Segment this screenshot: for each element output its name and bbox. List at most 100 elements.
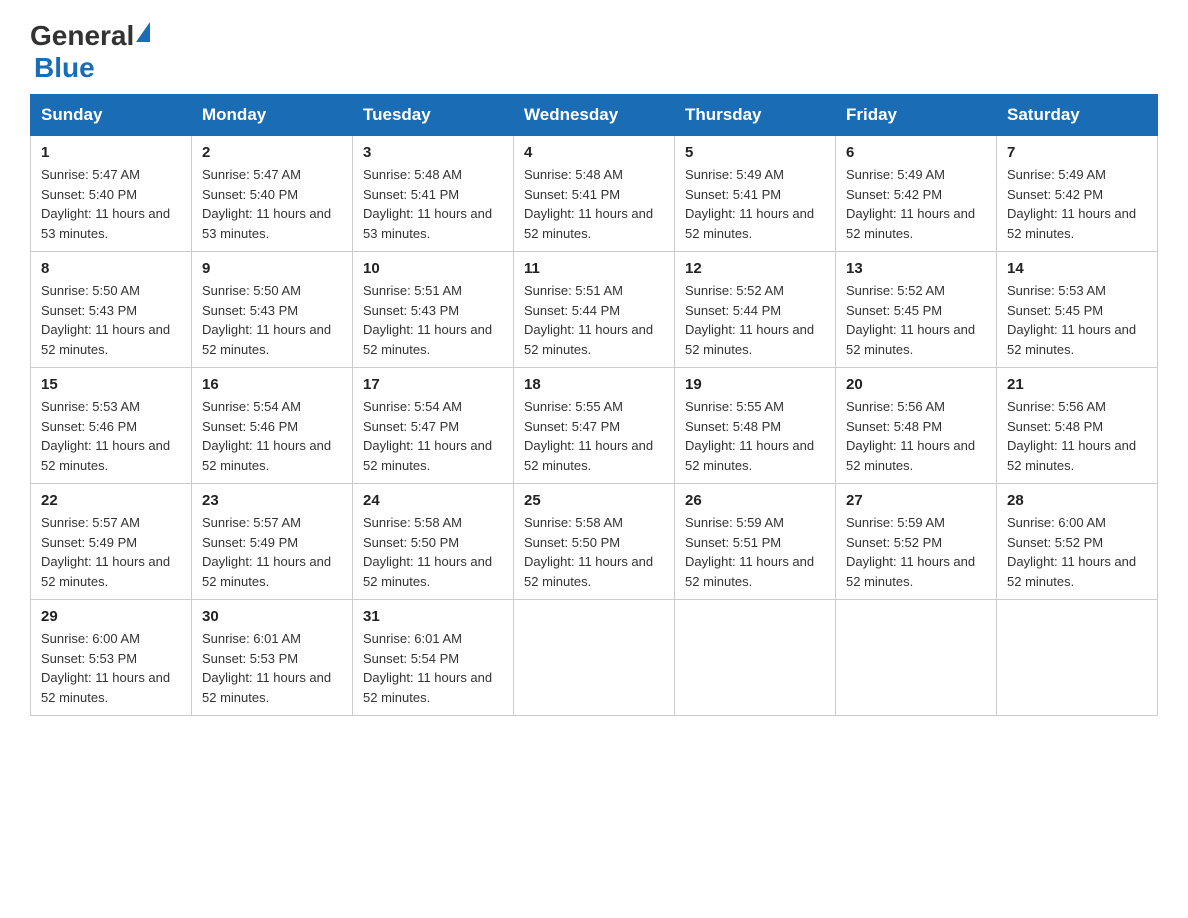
calendar-cell: 23 Sunrise: 5:57 AMSunset: 5:49 PMDayligh…: [192, 484, 353, 600]
day-number: 23: [202, 492, 342, 509]
calendar-week-row: 15 Sunrise: 5:53 AMSunset: 5:46 PMDayligh…: [31, 368, 1158, 484]
day-info: Sunrise: 5:50 AMSunset: 5:43 PMDaylight:…: [41, 281, 181, 359]
day-number: 31: [363, 608, 503, 625]
day-number: 20: [846, 376, 986, 393]
calendar-cell: 30Sunrise: 6:01 AMSunset: 5:53 PMDayligh…: [192, 600, 353, 716]
header-monday: Monday: [192, 95, 353, 136]
day-info: Sunrise: 5:55 AMSunset: 5:48 PMDaylight:…: [685, 397, 825, 475]
calendar-cell: 9Sunrise: 5:50 AMSunset: 5:43 PMDaylight…: [192, 252, 353, 368]
day-info: Sunrise: 5:47 AMSunset: 5:40 PMDaylight:…: [41, 165, 181, 243]
day-number: 29: [41, 608, 181, 625]
header-friday: Friday: [836, 95, 997, 136]
calendar-table: SundayMondayTuesdayWednesdayThursdayFrid…: [30, 94, 1158, 716]
day-info: Sunrise: 6:00 AMSunset: 5:53 PMDaylight:…: [41, 629, 181, 707]
day-number: 3: [363, 144, 503, 161]
day-info: Sunrise: 5:53 AMSunset: 5:46 PMDaylight:…: [41, 397, 181, 475]
calendar-cell: 3 Sunrise: 5:48 AMSunset: 5:41 PMDaylight…: [353, 136, 514, 252]
calendar-cell: 6 Sunrise: 5:49 AMSunset: 5:42 PMDaylight…: [836, 136, 997, 252]
calendar-cell: 5 Sunrise: 5:49 AMSunset: 5:41 PMDaylight…: [675, 136, 836, 252]
calendar-cell: 14 Sunrise: 5:53 AMSunset: 5:45 PMDayligh…: [997, 252, 1158, 368]
calendar-cell: 13Sunrise: 5:52 AMSunset: 5:45 PMDayligh…: [836, 252, 997, 368]
day-info: Sunrise: 5:48 AMSunset: 5:41 PMDaylight:…: [524, 165, 664, 243]
calendar-cell: 11 Sunrise: 5:51 AMSunset: 5:44 PMDayligh…: [514, 252, 675, 368]
day-number: 27: [846, 492, 986, 509]
day-number: 6: [846, 144, 986, 161]
calendar-cell: 12Sunrise: 5:52 AMSunset: 5:44 PMDayligh…: [675, 252, 836, 368]
calendar-cell: 29 Sunrise: 6:00 AMSunset: 5:53 PMDayligh…: [31, 600, 192, 716]
day-number: 19: [685, 376, 825, 393]
day-info: Sunrise: 5:49 AMSunset: 5:42 PMDaylight:…: [1007, 165, 1147, 243]
day-number: 10: [363, 260, 503, 277]
day-info: Sunrise: 5:53 AMSunset: 5:45 PMDaylight:…: [1007, 281, 1147, 359]
day-number: 26: [685, 492, 825, 509]
calendar-cell: 7Sunrise: 5:49 AMSunset: 5:42 PMDaylight…: [997, 136, 1158, 252]
day-info: Sunrise: 5:51 AMSunset: 5:44 PMDaylight:…: [524, 281, 664, 359]
day-info: Sunrise: 6:00 AMSunset: 5:52 PMDaylight:…: [1007, 513, 1147, 591]
day-info: Sunrise: 5:52 AMSunset: 5:44 PMDaylight:…: [685, 281, 825, 359]
day-info: Sunrise: 5:57 AMSunset: 5:49 PMDaylight:…: [41, 513, 181, 591]
day-info: Sunrise: 5:48 AMSunset: 5:41 PMDaylight:…: [363, 165, 503, 243]
logo-blue-text: Blue: [34, 52, 95, 83]
calendar-cell: 17 Sunrise: 5:54 AMSunset: 5:47 PMDayligh…: [353, 368, 514, 484]
day-number: 1: [41, 144, 181, 161]
calendar-cell: 22 Sunrise: 5:57 AMSunset: 5:49 PMDayligh…: [31, 484, 192, 600]
day-number: 30: [202, 608, 342, 625]
day-number: 4: [524, 144, 664, 161]
day-info: Sunrise: 5:57 AMSunset: 5:49 PMDaylight:…: [202, 513, 342, 591]
header-thursday: Thursday: [675, 95, 836, 136]
calendar-cell: 31 Sunrise: 6:01 AMSunset: 5:54 PMDayligh…: [353, 600, 514, 716]
day-number: 24: [363, 492, 503, 509]
logo-triangle-icon: [136, 22, 150, 42]
calendar-week-row: 29 Sunrise: 6:00 AMSunset: 5:53 PMDayligh…: [31, 600, 1158, 716]
calendar-week-row: 22 Sunrise: 5:57 AMSunset: 5:49 PMDayligh…: [31, 484, 1158, 600]
calendar-cell: 18 Sunrise: 5:55 AMSunset: 5:47 PMDayligh…: [514, 368, 675, 484]
day-number: 11: [524, 260, 664, 277]
calendar-cell: 26 Sunrise: 5:59 AMSunset: 5:51 PMDayligh…: [675, 484, 836, 600]
day-info: Sunrise: 5:49 AMSunset: 5:42 PMDaylight:…: [846, 165, 986, 243]
day-number: 15: [41, 376, 181, 393]
day-info: Sunrise: 5:49 AMSunset: 5:41 PMDaylight:…: [685, 165, 825, 243]
day-info: Sunrise: 5:55 AMSunset: 5:47 PMDaylight:…: [524, 397, 664, 475]
day-info: Sunrise: 5:58 AMSunset: 5:50 PMDaylight:…: [524, 513, 664, 591]
day-number: 22: [41, 492, 181, 509]
calendar-cell: 27Sunrise: 5:59 AMSunset: 5:52 PMDayligh…: [836, 484, 997, 600]
calendar-week-row: 1 Sunrise: 5:47 AMSunset: 5:40 PMDaylight…: [31, 136, 1158, 252]
day-number: 18: [524, 376, 664, 393]
calendar-cell: 8 Sunrise: 5:50 AMSunset: 5:43 PMDaylight…: [31, 252, 192, 368]
calendar-header-row: SundayMondayTuesdayWednesdayThursdayFrid…: [31, 95, 1158, 136]
day-number: 13: [846, 260, 986, 277]
day-number: 9: [202, 260, 342, 277]
day-number: 17: [363, 376, 503, 393]
calendar-cell: [514, 600, 675, 716]
calendar-cell: [675, 600, 836, 716]
header-tuesday: Tuesday: [353, 95, 514, 136]
day-info: Sunrise: 6:01 AMSunset: 5:54 PMDaylight:…: [363, 629, 503, 707]
header-saturday: Saturday: [997, 95, 1158, 136]
calendar-cell: 4 Sunrise: 5:48 AMSunset: 5:41 PMDaylight…: [514, 136, 675, 252]
day-number: 25: [524, 492, 664, 509]
day-number: 14: [1007, 260, 1147, 277]
day-info: Sunrise: 5:54 AMSunset: 5:47 PMDaylight:…: [363, 397, 503, 475]
header-sunday: Sunday: [31, 95, 192, 136]
calendar-cell: [836, 600, 997, 716]
calendar-cell: 2 Sunrise: 5:47 AMSunset: 5:40 PMDaylight…: [192, 136, 353, 252]
calendar-week-row: 8 Sunrise: 5:50 AMSunset: 5:43 PMDaylight…: [31, 252, 1158, 368]
calendar-cell: 1 Sunrise: 5:47 AMSunset: 5:40 PMDaylight…: [31, 136, 192, 252]
logo: General: [30, 20, 150, 52]
day-number: 2: [202, 144, 342, 161]
day-number: 8: [41, 260, 181, 277]
page-header: General Blue: [30, 20, 1158, 84]
day-info: Sunrise: 5:47 AMSunset: 5:40 PMDaylight:…: [202, 165, 342, 243]
day-info: Sunrise: 5:51 AMSunset: 5:43 PMDaylight:…: [363, 281, 503, 359]
day-number: 16: [202, 376, 342, 393]
calendar-cell: 16Sunrise: 5:54 AMSunset: 5:46 PMDayligh…: [192, 368, 353, 484]
calendar-cell: 19 Sunrise: 5:55 AMSunset: 5:48 PMDayligh…: [675, 368, 836, 484]
day-info: Sunrise: 5:58 AMSunset: 5:50 PMDaylight:…: [363, 513, 503, 591]
day-number: 5: [685, 144, 825, 161]
calendar-cell: [997, 600, 1158, 716]
day-number: 21: [1007, 376, 1147, 393]
logo-general-text: General: [30, 20, 134, 52]
calendar-cell: 24 Sunrise: 5:58 AMSunset: 5:50 PMDayligh…: [353, 484, 514, 600]
day-info: Sunrise: 5:56 AMSunset: 5:48 PMDaylight:…: [1007, 397, 1147, 475]
day-info: Sunrise: 5:59 AMSunset: 5:51 PMDaylight:…: [685, 513, 825, 591]
